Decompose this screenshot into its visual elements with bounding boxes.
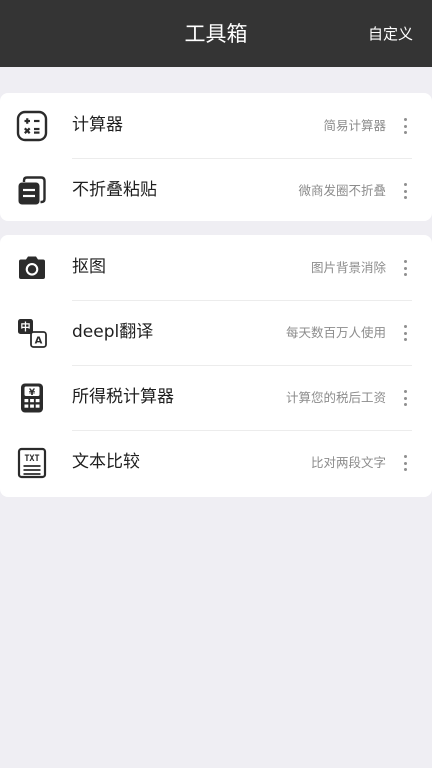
tool-item-label: 所得税计算器 (72, 387, 174, 407)
svg-text:中: 中 (21, 321, 31, 334)
tool-group-2: 抠图 图片背景消除 中 A deepl翻译 每天数百万人使用 ¥ 所得税计算器 … (0, 235, 432, 497)
tool-item-label: 抠图 (72, 257, 106, 277)
tool-item-description: 简易计算器 (323, 118, 386, 133)
tool-item-description: 微商发圈不折叠 (298, 183, 386, 198)
more-options-icon[interactable] (398, 321, 412, 345)
more-options-icon[interactable] (398, 114, 412, 138)
tool-item-description: 图片背景消除 (310, 260, 386, 275)
translate-icon: 中 A (15, 316, 49, 350)
more-options-icon[interactable] (398, 179, 412, 203)
camera-icon (15, 251, 49, 285)
svg-text:A: A (35, 336, 43, 347)
tool-item-label: 文本比较 (72, 452, 140, 472)
stacked-cards-icon (15, 174, 49, 208)
top-bar: 工具箱 自定义 (0, 0, 432, 67)
tool-item-cutout[interactable]: 抠图 图片背景消除 (0, 235, 432, 300)
svg-text:¥: ¥ (29, 388, 36, 398)
customize-button[interactable]: 自定义 (368, 22, 413, 46)
more-options-icon[interactable] (398, 451, 412, 475)
tool-item-deepl-translate[interactable]: 中 A deepl翻译 每天数百万人使用 (0, 300, 432, 365)
more-options-icon[interactable] (398, 256, 412, 280)
calculator-icon (15, 109, 49, 143)
tax-calculator-icon: ¥ (15, 381, 49, 415)
txt-document-icon: TXT (15, 446, 49, 480)
svg-text:TXT: TXT (24, 454, 39, 464)
tool-item-income-tax[interactable]: ¥ 所得税计算器 计算您的税后工资 (0, 365, 432, 430)
more-options-icon[interactable] (398, 386, 412, 410)
tool-item-description: 每天数百万人使用 (285, 325, 386, 340)
tool-group-1: 计算器 简易计算器 不折叠粘贴 微商发圈不折叠 (0, 93, 432, 221)
tool-item-unfold-paste[interactable]: 不折叠粘贴 微商发圈不折叠 (0, 158, 432, 223)
tool-item-label: 计算器 (72, 115, 123, 135)
tool-item-calculator[interactable]: 计算器 简易计算器 (0, 93, 432, 158)
tool-item-description: 比对两段文字 (310, 455, 386, 470)
tool-item-description: 计算您的税后工资 (285, 390, 386, 405)
tool-item-label: deepl翻译 (72, 322, 154, 342)
tool-item-label: 不折叠粘贴 (72, 180, 157, 200)
tool-item-text-compare[interactable]: TXT 文本比较 比对两段文字 (0, 430, 432, 495)
